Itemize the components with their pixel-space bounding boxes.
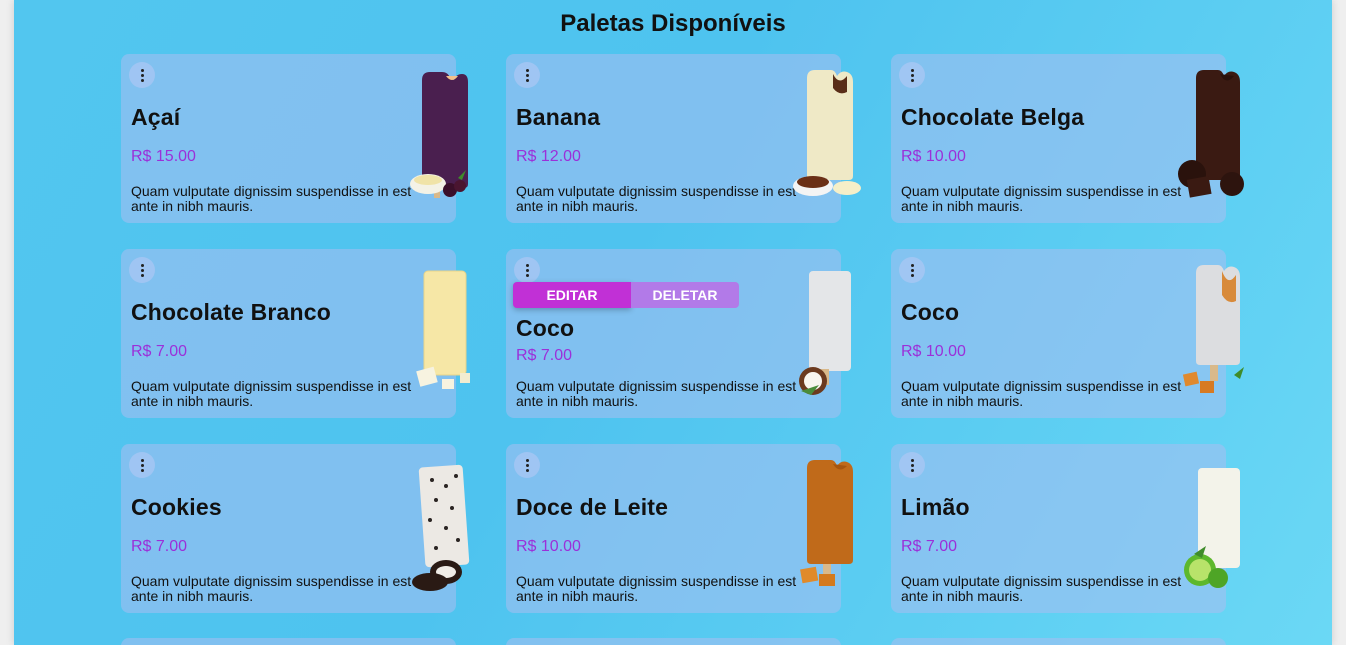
popsicle-image [410, 72, 468, 198]
popsicle-image [1178, 70, 1244, 198]
product-description: Quam vulputate dignissim suspendisse in … [131, 378, 412, 409]
product-description: Quam vulputate dignissim suspendisse in … [516, 573, 797, 604]
product-name: Coco [516, 315, 575, 341]
product-card [506, 638, 841, 645]
delete-button[interactable]: DELETAR [631, 282, 739, 308]
card-menu-button[interactable] [129, 62, 155, 88]
popsicle-image [793, 70, 861, 196]
product-card: Cookies R$ 7.00 Quam vulputate dignissim… [121, 444, 470, 613]
product-name: Chocolate Branco [131, 299, 332, 325]
product-card: Doce de Leite R$ 10.00 Quam vulputate di… [506, 444, 853, 613]
more-vertical-icon [525, 458, 529, 472]
card-menu-button[interactable] [514, 452, 540, 478]
product-price: R$ 15.00 [131, 148, 196, 165]
card-menu-button[interactable] [899, 257, 925, 283]
product-card [891, 638, 1226, 645]
product-description: Quam vulputate dignissim suspendisse in … [901, 183, 1182, 214]
product-card: Chocolate Branco R$ 7.00 Quam vulputate … [121, 249, 470, 418]
product-name: Coco [901, 299, 960, 325]
product-price: R$ 7.00 [131, 538, 188, 555]
product-card: EDITAR DELETAR Coco R$ 7.00 Quam vulputa… [506, 249, 851, 418]
popsicle-image [412, 464, 470, 591]
card-menu-button[interactable] [514, 62, 540, 88]
popsicle-image [1182, 265, 1244, 393]
product-description: Quam vulputate dignissim suspendisse in … [516, 378, 797, 409]
product-description: Quam vulputate dignissim suspendisse in … [131, 183, 412, 214]
product-price: R$ 10.00 [516, 538, 581, 555]
product-description: Quam vulputate dignissim suspendisse in … [131, 573, 412, 604]
edit-button[interactable]: EDITAR [513, 282, 631, 308]
product-name: Limão [901, 494, 970, 520]
product-price: R$ 7.00 [901, 538, 958, 555]
product-price: R$ 12.00 [516, 148, 581, 165]
more-vertical-icon [525, 263, 529, 277]
popsicle-image [416, 270, 470, 389]
product-description: Quam vulputate dignissim suspendisse in … [901, 378, 1182, 409]
product-price: R$ 7.00 [516, 347, 573, 364]
more-vertical-icon [140, 68, 144, 82]
more-vertical-icon [140, 263, 144, 277]
product-name: Doce de Leite [516, 494, 669, 520]
more-vertical-icon [525, 68, 529, 82]
product-description: Quam vulputate dignissim suspendisse in … [901, 573, 1182, 604]
popsicle-image [800, 460, 853, 586]
product-price: R$ 10.00 [901, 148, 966, 165]
product-card: Açaí R$ 15.00 Quam vulputate dignissim s… [121, 54, 468, 223]
card-menu-button[interactable] [899, 452, 925, 478]
card-menu-button[interactable] [129, 452, 155, 478]
product-name: Banana [516, 104, 601, 130]
card-menu-button[interactable] [514, 257, 540, 283]
product-card: Banana R$ 12.00 Quam vulputate dignissim… [506, 54, 861, 223]
page: Paletas Disponíveis Açaí R$ 15.00 Quam v… [14, 0, 1332, 645]
product-card: Coco R$ 10.00 Quam vulputate dignissim s… [891, 249, 1244, 418]
product-price: R$ 10.00 [901, 343, 966, 360]
product-description: Quam vulputate dignissim suspendisse in … [516, 183, 797, 214]
product-name: Açaí [131, 104, 181, 130]
product-name: Chocolate Belga [901, 104, 1085, 130]
card-actions-menu: EDITAR DELETAR [513, 282, 739, 308]
more-vertical-icon [140, 458, 144, 472]
card-menu-button[interactable] [899, 62, 925, 88]
product-card: Limão R$ 7.00 Quam vulputate dignissim s… [891, 444, 1240, 613]
popsicle-image [1184, 468, 1240, 588]
more-vertical-icon [910, 263, 914, 277]
card-menu-button[interactable] [129, 257, 155, 283]
product-name: Cookies [131, 494, 222, 520]
popsicle-image [799, 271, 851, 395]
product-price: R$ 7.00 [131, 343, 188, 360]
more-vertical-icon [910, 458, 914, 472]
more-vertical-icon [910, 68, 914, 82]
product-card [121, 638, 456, 645]
product-card: Chocolate Belga R$ 10.00 Quam vulputate … [891, 54, 1244, 223]
page-title: Paletas Disponíveis [560, 10, 786, 37]
